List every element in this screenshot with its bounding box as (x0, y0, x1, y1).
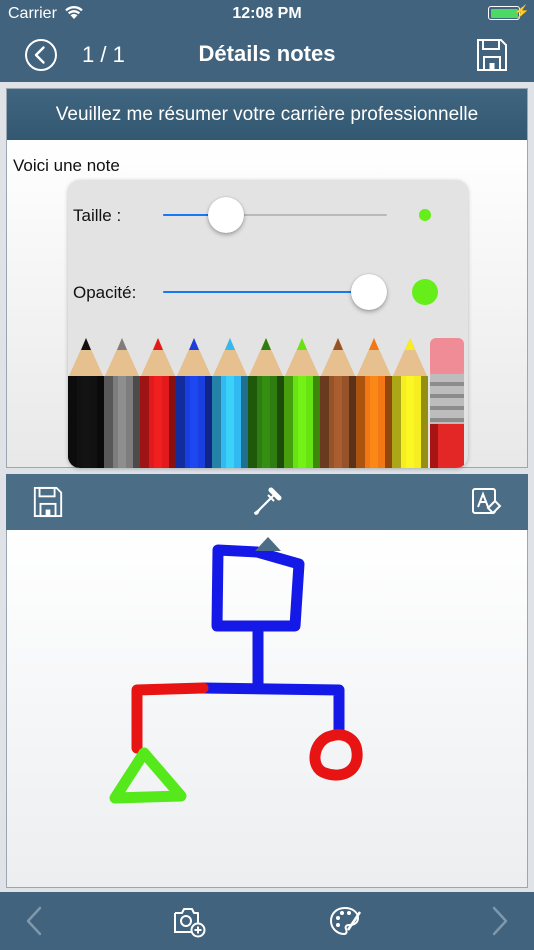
page-title: Détails notes (198, 41, 336, 66)
note-text: Voici une note (13, 156, 120, 175)
save-icon[interactable] (32, 486, 64, 518)
stroke-blue-box (211, 544, 305, 632)
palette-icon[interactable] (328, 904, 362, 938)
brush-popover: Taille : Opacité: (68, 180, 468, 468)
drawing-toolbar (6, 474, 528, 530)
pencil-color-3[interactable] (140, 338, 176, 468)
bottom-bar (0, 892, 534, 950)
opacity-preview-dot (412, 279, 438, 305)
opacity-label: Opacité: (73, 283, 137, 302)
pencil-color-4[interactable] (176, 338, 212, 468)
pencil-color-9[interactable] (356, 338, 392, 468)
add-photo-icon[interactable] (172, 904, 206, 938)
erase-text-icon[interactable] (470, 486, 502, 518)
stroke-blue-branch (197, 682, 345, 740)
pencil-color-6[interactable] (248, 338, 284, 468)
eraser-icon[interactable] (430, 338, 464, 468)
drawing (109, 544, 363, 804)
size-label: Taille : (73, 206, 122, 225)
popover-arrow (255, 537, 281, 551)
chevron-left-icon[interactable] (18, 904, 52, 938)
chevron-right-icon[interactable] (482, 904, 516, 938)
pencil-color-7[interactable] (284, 338, 320, 468)
pencil-color-8[interactable] (320, 338, 356, 468)
pencil-color-2[interactable] (104, 338, 140, 468)
question-header: Veuillez me résumer votre carrière profe… (7, 89, 527, 140)
size-preview-dot (419, 209, 431, 221)
pencil-color-1[interactable] (68, 338, 104, 468)
stroke-red-circle (309, 729, 363, 781)
pencil-color-5[interactable] (212, 338, 248, 468)
pencil-color-10[interactable] (392, 338, 428, 468)
color-palette (68, 338, 464, 468)
stroke-green-triangle (109, 747, 187, 804)
status-time: 12:08 PM (232, 5, 302, 22)
nav-bar: 1 / 1 Détails notes (0, 28, 534, 82)
stroke-red-branch (131, 682, 209, 754)
status-bar: Carrier 12:08 PM ⚡ (0, 0, 534, 28)
eyedropper-icon[interactable] (251, 486, 283, 518)
size-slider[interactable] (163, 197, 387, 233)
save-button[interactable] (476, 38, 508, 72)
charging-icon: ⚡ (513, 4, 530, 19)
opacity-slider[interactable] (163, 274, 387, 310)
drawing-canvas[interactable] (6, 530, 528, 888)
